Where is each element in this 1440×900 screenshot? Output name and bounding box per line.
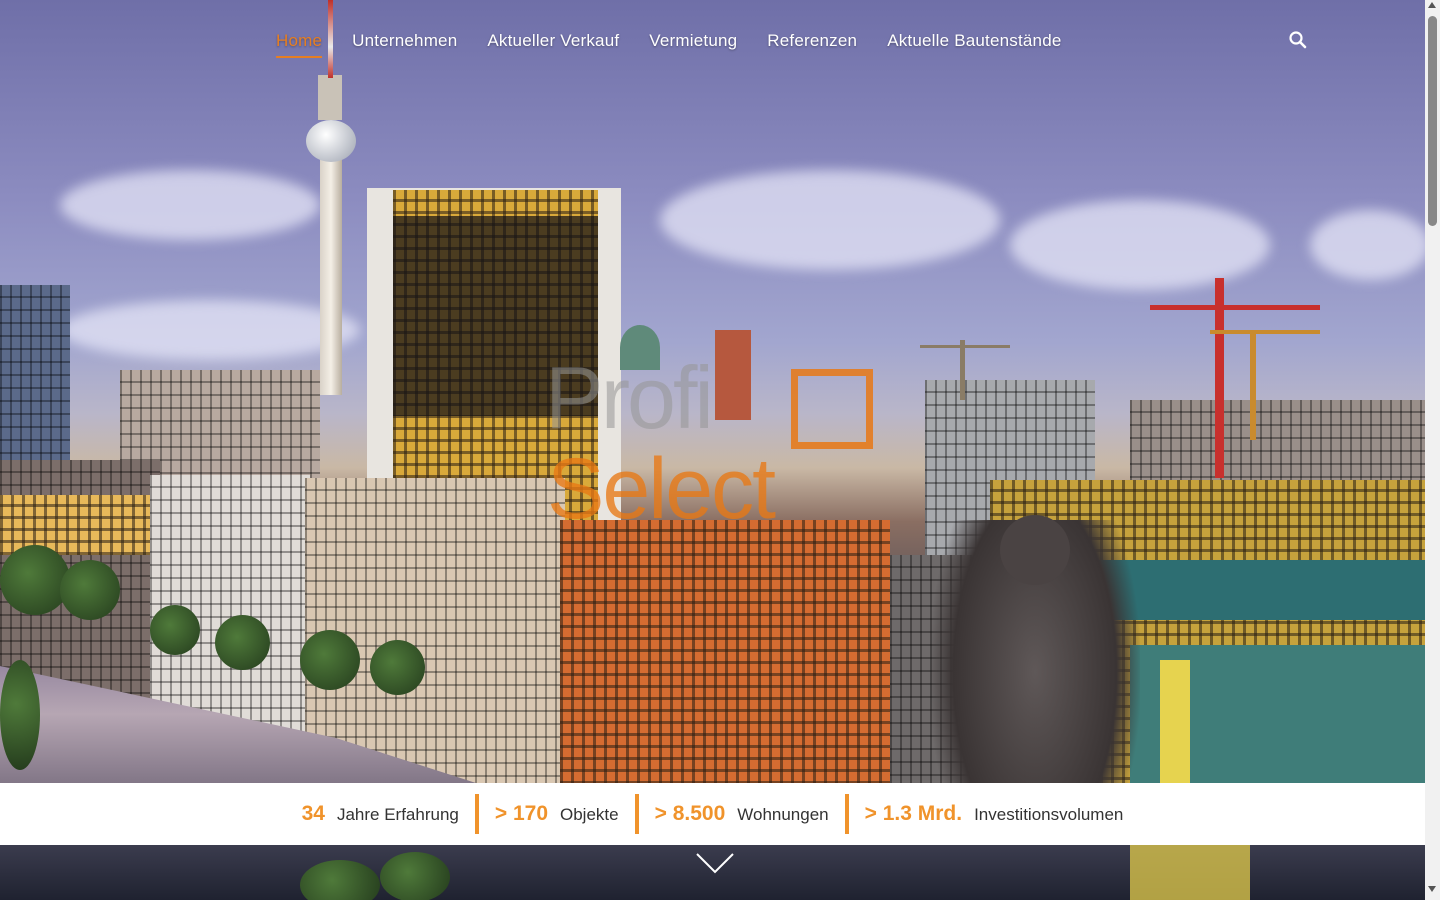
stat-value: > 8.500 <box>654 802 726 825</box>
stat-label: Objekte <box>560 805 619 824</box>
stat-value: > 1.3 Mrd. <box>864 802 963 825</box>
nav-item-unternehmen[interactable]: Unternehmen <box>352 30 457 58</box>
logo-text-profi: Profi <box>545 348 714 447</box>
nav-item-aktueller-verkauf[interactable]: Aktueller Verkauf <box>487 30 619 58</box>
logo-square-icon <box>791 369 873 449</box>
stat-investment: > 1.3 Mrd. Investitionsvolumen <box>849 802 1140 826</box>
stat-value: 34 <box>301 802 325 825</box>
nav-item-home[interactable]: Home <box>276 30 323 58</box>
profiselect-logo: Profi Select <box>545 354 885 540</box>
logo-text-select: Select <box>547 441 776 537</box>
stat-apartments: > 8.500 Wohnungen <box>639 802 845 826</box>
scroll-up-arrow-icon[interactable] <box>1428 2 1436 8</box>
stat-objects: > 170 Objekte <box>479 802 635 826</box>
nav-item-aktuelle-bautenstaende[interactable]: Aktuelle Bautenstände <box>887 30 1061 58</box>
nav-menu: Home Unternehmen Aktueller Verkauf Vermi… <box>276 30 1062 58</box>
stat-label: Jahre Erfahrung <box>336 805 459 824</box>
search-icon[interactable] <box>1288 30 1308 50</box>
main-navigation: Home Unternehmen Aktueller Verkauf Vermi… <box>0 30 1425 62</box>
scroll-down-arrow-icon[interactable] <box>1428 886 1436 892</box>
nav-item-vermietung[interactable]: Vermietung <box>649 30 737 58</box>
scrollbar-thumb[interactable] <box>1428 16 1437 226</box>
stat-label: Wohnungen <box>737 805 829 824</box>
nav-item-referenzen[interactable]: Referenzen <box>767 30 857 58</box>
stat-label: Investitionsvolumen <box>974 805 1124 824</box>
stats-bar: 34 Jahre Erfahrung > 170 Objekte > 8.500… <box>0 783 1425 845</box>
stat-value: > 170 <box>494 802 548 825</box>
stat-experience: 34 Jahre Erfahrung <box>286 802 475 826</box>
page-scrollbar[interactable] <box>1425 0 1440 900</box>
chevron-down-icon[interactable] <box>695 850 735 876</box>
